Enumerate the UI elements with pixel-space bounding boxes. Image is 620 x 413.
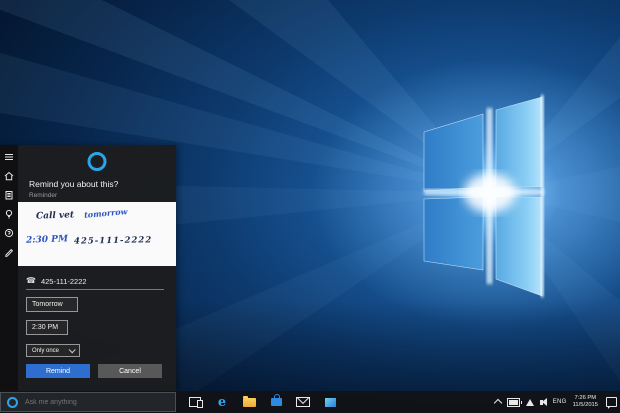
desktop: Remind you about this? Reminder Call vet… <box>0 0 620 413</box>
taskbar-app-icons: e <box>184 391 341 413</box>
menu-icon[interactable] <box>4 151 15 162</box>
mail-icon <box>296 397 310 407</box>
photos-icon <box>325 398 336 407</box>
remind-button[interactable]: Remind <box>26 364 90 378</box>
clock[interactable]: 7:26 PM 11/5/2015 <box>573 395 598 409</box>
search-input[interactable] <box>23 398 169 407</box>
network-icon[interactable] <box>526 399 534 406</box>
recurrence-value: Only once <box>32 348 59 354</box>
volume-icon[interactable] <box>540 400 543 405</box>
store-icon <box>271 398 282 406</box>
help-icon[interactable] <box>4 227 15 238</box>
task-view-icon <box>189 397 201 407</box>
phone-number-value: 425-111-2222 <box>41 277 87 286</box>
chevron-up-icon[interactable] <box>493 399 501 407</box>
cortana-panel: Remind you about this? Reminder Call vet… <box>0 145 176 391</box>
cortana-sidebar <box>0 145 18 391</box>
edge-button[interactable]: e <box>211 392 233 412</box>
store-button[interactable] <box>265 392 287 412</box>
battery-icon[interactable] <box>507 398 520 407</box>
reminder-time-value: 2:30 PM <box>32 324 58 331</box>
ink-tomorrow: tomorrow <box>84 206 128 220</box>
taskbar: e ENG 7:26 PM 11/5/2015 <box>0 391 620 413</box>
photos-button[interactable] <box>319 392 341 412</box>
tray-date: 11/5/2015 <box>573 402 598 409</box>
handwritten-note-card: Call vet tomorrow 2:30 PM 425-111-2222 <box>18 202 176 266</box>
reminder-date-value: Tomorrow <box>32 301 63 308</box>
ink-phone: 425-111-2222 <box>74 235 152 246</box>
cortana-search-box[interactable] <box>0 392 176 412</box>
file-explorer-button[interactable] <box>238 392 260 412</box>
cortana-content: Remind you about this? Reminder Call vet… <box>18 145 176 391</box>
ink-time: 2:30 PM <box>26 234 68 245</box>
phone-icon: ☎ <box>26 277 36 285</box>
system-tray: ENG 7:26 PM 11/5/2015 <box>495 391 617 413</box>
reminder-prompt-title: Remind you about this? <box>29 179 118 189</box>
reminder-category-label: Reminder <box>29 192 57 199</box>
cortana-search-icon <box>7 397 18 408</box>
reminder-time-field[interactable]: 2:30 PM <box>26 320 68 335</box>
cancel-button[interactable]: Cancel <box>98 364 162 378</box>
home-icon[interactable] <box>4 170 15 181</box>
mail-button[interactable] <box>292 392 314 412</box>
recurrence-dropdown[interactable]: Only once <box>26 344 80 357</box>
tray-time: 7:26 PM <box>573 395 598 402</box>
ink-call-vet: Call vet <box>36 210 74 221</box>
feedback-icon[interactable] <box>4 246 15 257</box>
edge-icon: e <box>218 396 226 409</box>
phone-number-field[interactable]: ☎ 425-111-2222 <box>26 273 164 290</box>
language-indicator[interactable]: ENG <box>553 399 567 405</box>
reminders-icon[interactable] <box>4 208 15 219</box>
reminder-date-field[interactable]: Tomorrow <box>26 297 78 312</box>
cortana-logo-icon <box>88 152 107 171</box>
file-explorer-icon <box>243 398 256 407</box>
action-center-icon[interactable] <box>606 397 617 407</box>
notebook-icon[interactable] <box>4 189 15 200</box>
chevron-down-icon <box>69 346 76 353</box>
task-view-button[interactable] <box>184 392 206 412</box>
